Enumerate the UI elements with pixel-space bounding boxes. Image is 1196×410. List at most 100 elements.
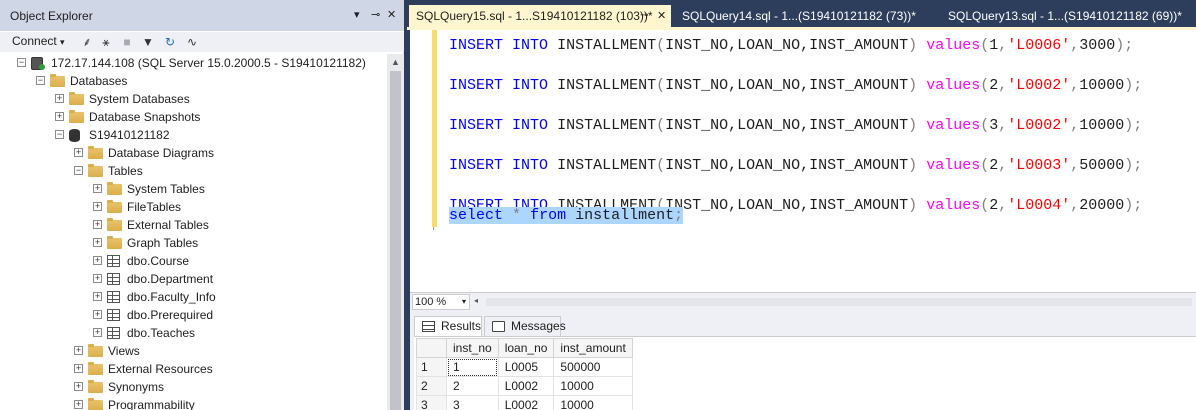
comma: , (1070, 37, 1080, 54)
expand-icon[interactable]: + (93, 202, 102, 211)
expand-icon[interactable]: + (93, 274, 102, 283)
expand-icon[interactable]: + (74, 346, 83, 355)
query-editor[interactable]: INSERT INTO INSTALLMENT(INST_NO,LOAN_NO,… (410, 30, 1196, 292)
grid-cell[interactable]: 3 (446, 395, 499, 410)
grid-cell[interactable]: 10000 (553, 395, 633, 410)
grid-cell[interactable]: L0005 (497, 357, 555, 377)
tree-node-programmability[interactable]: + Programmability (0, 396, 387, 410)
expand-icon[interactable]: + (93, 238, 102, 247)
expand-icon[interactable]: + (93, 184, 102, 193)
tree-node-label: Views (108, 344, 140, 358)
tree-node-external-tables[interactable]: + External Tables (0, 216, 387, 234)
keyword-from: from (530, 207, 567, 224)
tree-node-dbo-department[interactable]: + dbo.Department (0, 270, 387, 288)
row-number[interactable]: 3 (416, 395, 447, 410)
disconnect-icon[interactable]: ⚹ (98, 34, 114, 50)
object-explorer-title: Object Explorer (10, 9, 93, 23)
dropdown-arrow-icon[interactable]: ▾ (354, 8, 360, 22)
function-values: values (926, 117, 981, 134)
chevron-down-icon: ▾ (461, 297, 466, 306)
number-literal: 2 (989, 197, 999, 214)
tree-node-label: Graph Tables (127, 236, 199, 250)
grid-cell[interactable]: 500000 (553, 357, 633, 377)
insert-statement-line[interactable]: INSERT INTO INSTALLMENT(INST_NO,LOAN_NO,… (449, 36, 1133, 56)
collapse-icon[interactable]: − (74, 166, 83, 175)
tree-node-dbo-prerequired[interactable]: + dbo.Prerequired (0, 306, 387, 324)
horizontal-scrollbar[interactable] (486, 298, 1192, 306)
table-icon (107, 309, 120, 321)
refresh-icon[interactable]: ↻ (162, 34, 178, 50)
expand-icon[interactable]: + (93, 328, 102, 337)
select-statement-line[interactable]: select * from installment; (449, 206, 684, 226)
tree-node-graph-tables[interactable]: + Graph Tables (0, 234, 387, 252)
tree-node-database-snapshots[interactable]: + Database Snapshots (0, 108, 387, 126)
pin-icon[interactable]: ⊸ (640, 5, 648, 27)
tree-node-database-diagrams[interactable]: + Database Diagrams (0, 144, 387, 162)
tab-messages[interactable]: Messages (484, 316, 566, 337)
expand-icon[interactable]: + (74, 382, 83, 391)
grid-icon (422, 321, 435, 332)
tree-node-dbo-faculty-info[interactable]: + dbo.Faculty_Info (0, 288, 387, 306)
stop-icon[interactable]: ■ (119, 34, 135, 50)
tree-node-views[interactable]: + Views (0, 342, 387, 360)
insert-statement-line[interactable]: INSERT INTO INSTALLMENT(INST_NO,LOAN_NO,… (449, 76, 1142, 96)
grid-cell[interactable]: 10000 (553, 376, 633, 396)
expand-icon[interactable]: + (74, 364, 83, 373)
tree-node-filetables[interactable]: + FileTables (0, 198, 387, 216)
tree-node-system-tables[interactable]: + System Tables (0, 180, 387, 198)
paren: ) (908, 197, 918, 214)
expand-icon[interactable]: + (55, 112, 64, 121)
expand-icon[interactable]: + (74, 148, 83, 157)
tree-node-label: dbo.Teaches (127, 326, 196, 340)
collapse-icon[interactable]: − (55, 130, 64, 139)
grid-cell[interactable]: 2 (446, 376, 499, 396)
connect-button[interactable]: Connect ▾ (12, 33, 65, 51)
comma: , (1070, 77, 1080, 94)
tree-node-synonyms[interactable]: + Synonyms (0, 378, 387, 396)
column-header[interactable]: inst_no (446, 338, 499, 358)
expand-icon[interactable]: + (74, 400, 83, 409)
activity-monitor-icon[interactable]: ∿ (184, 34, 200, 50)
scroll-left-icon[interactable]: ◂ (474, 296, 478, 305)
tab-sqlquery13[interactable]: SQLQuery13.sql - 1...(S19410121182 (69))… (941, 5, 1196, 27)
close-icon[interactable]: ✕ (657, 5, 666, 27)
table-row: 1 1 L0005 500000 (416, 357, 633, 377)
tree-node-system-databases[interactable]: + System Databases (0, 90, 387, 108)
insert-statement-line[interactable]: INSERT INTO INSTALLMENT(INST_NO,LOAN_NO,… (449, 116, 1142, 136)
tree-node-label: FileTables (127, 200, 182, 214)
tree-node-dbo-course[interactable]: + dbo.Course (0, 252, 387, 270)
tree-node-server[interactable]: − 172.17.144.108 (SQL Server 15.0.2000.5 … (0, 54, 387, 72)
tab-sqlquery14[interactable]: SQLQuery14.sql - 1...(S19410121182 (73))… (675, 5, 937, 27)
tab-sqlquery15[interactable]: SQLQuery15.sql - 1...S19410121182 (103))… (409, 5, 671, 27)
grid-cell[interactable]: 1 (446, 357, 499, 377)
tree-node-db-s19410121182[interactable]: − S19410121182 (0, 126, 387, 144)
tree-node-tables[interactable]: − Tables (0, 162, 387, 180)
expand-icon[interactable]: + (93, 310, 102, 319)
tree-node-databases[interactable]: − Databases (0, 72, 387, 90)
filter-icon[interactable]: ▼ (140, 34, 156, 50)
object-explorer-scrollbar[interactable]: ▲ (387, 54, 404, 410)
zoom-select[interactable]: 100 % ▾ (412, 294, 470, 310)
connect-object-icon[interactable]: ⸙ (79, 34, 95, 50)
insert-statement-line[interactable]: INSERT INTO INSTALLMENT(INST_NO,LOAN_NO,… (449, 156, 1142, 176)
tree-node-dbo-teaches[interactable]: + dbo.Teaches (0, 324, 387, 342)
expand-icon[interactable]: + (93, 220, 102, 229)
close-icon[interactable]: ✕ (387, 8, 396, 22)
grid-cell[interactable]: L0002 (497, 376, 555, 396)
scrollbar-thumb[interactable] (390, 71, 401, 410)
row-number[interactable]: 2 (416, 376, 447, 396)
tree-node-external-resources[interactable]: + External Resources (0, 360, 387, 378)
expand-icon[interactable]: + (93, 256, 102, 265)
scroll-up-icon[interactable]: ▲ (387, 54, 404, 71)
expand-icon[interactable]: + (55, 94, 64, 103)
row-number[interactable]: 1 (416, 357, 447, 377)
collapse-icon[interactable]: − (17, 58, 26, 67)
tab-results[interactable]: Results (414, 316, 482, 337)
collapse-icon[interactable]: − (36, 76, 45, 85)
column-list: INST_NO,LOAN_NO,INST_AMOUNT (665, 117, 909, 134)
pin-icon[interactable]: ⊸ (371, 8, 380, 22)
expand-icon[interactable]: + (93, 292, 102, 301)
column-header[interactable]: inst_amount (553, 338, 633, 358)
column-header[interactable]: loan_no (497, 338, 555, 358)
grid-cell[interactable]: L0002 (497, 395, 555, 410)
